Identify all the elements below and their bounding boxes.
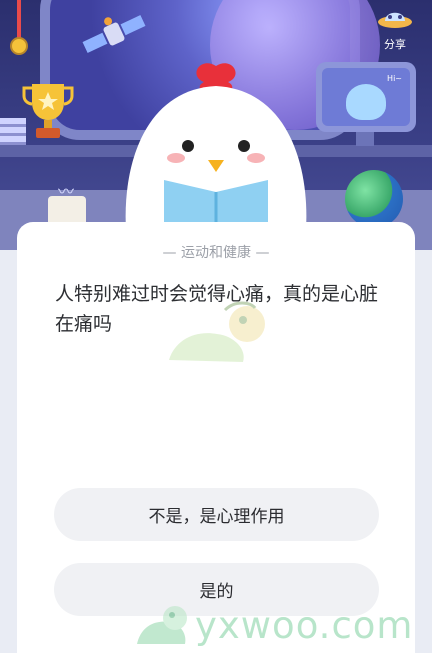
option-button-1[interactable]: 不是，是心理作用 xyxy=(54,488,379,541)
header-scene: Hi~ 分享 〰 xyxy=(0,0,432,250)
question-card: — 运动和健康 — 人特别难过时会觉得心痛，真的是心脏在痛吗 不是，是心理作用 … xyxy=(17,222,415,653)
books xyxy=(0,118,26,146)
globe-icon xyxy=(345,170,403,228)
trophy-icon xyxy=(22,84,74,138)
category-label: — 运动和健康 — xyxy=(162,245,270,261)
ufo-icon xyxy=(378,12,412,28)
option-label-1: 不是，是心理作用 xyxy=(148,507,285,527)
medal-icon xyxy=(10,0,28,55)
option-label-2: 是的 xyxy=(199,582,234,602)
snail-watermark-icon xyxy=(169,301,265,362)
share-button[interactable]: 分享 xyxy=(373,4,417,60)
share-label: 分享 xyxy=(384,38,406,51)
monitor-text: Hi~ xyxy=(387,74,402,83)
watermark-text: yxwoo.com xyxy=(195,604,414,647)
site-watermark: yxwoo.com xyxy=(135,600,432,650)
monitor-screen: Hi~ xyxy=(322,68,410,126)
alien-icon xyxy=(346,84,386,120)
monitor-stand xyxy=(356,132,374,146)
monitor: Hi~ xyxy=(316,62,416,132)
snail-logo-icon xyxy=(137,606,187,644)
